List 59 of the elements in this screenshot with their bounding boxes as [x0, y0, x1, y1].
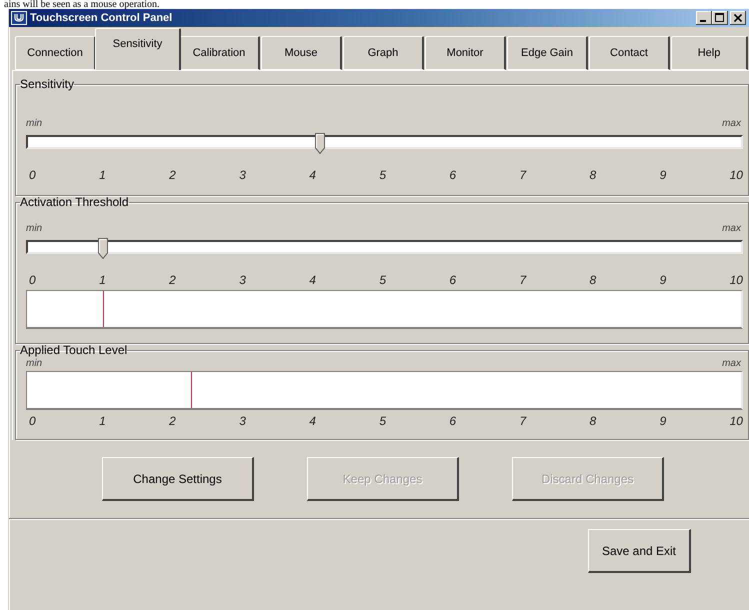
- max-label: max: [722, 118, 741, 131]
- tick-label: 9: [660, 413, 666, 429]
- tick-label: 10: [730, 413, 743, 429]
- tick-label: 1: [99, 167, 106, 183]
- close-button[interactable]: [730, 11, 746, 25]
- minimize-button[interactable]: [696, 11, 712, 25]
- tab[interactable]: Graph: [343, 36, 424, 70]
- tick-label: 5: [379, 413, 386, 429]
- min-label: min: [26, 223, 42, 236]
- tick-label: 5: [379, 167, 386, 183]
- tick-label: 7: [519, 413, 526, 429]
- min-label: min: [26, 118, 42, 131]
- tick-label: 8: [590, 272, 596, 288]
- tick-label: 7: [519, 167, 526, 183]
- group-title: Sensitivity: [20, 78, 74, 91]
- tick-label: 9: [660, 167, 666, 183]
- slider-thumb[interactable]: [98, 238, 108, 259]
- tick-label: 1: [99, 272, 106, 288]
- min-label: min: [26, 358, 42, 371]
- tick-label: 10: [730, 167, 743, 183]
- tick-label: 2: [169, 413, 176, 429]
- tick-label: 3: [239, 413, 246, 429]
- tick-label: 8: [590, 413, 596, 429]
- tick-label: 7: [519, 272, 526, 288]
- max-label: max: [722, 223, 741, 236]
- tick-label: 3: [239, 167, 246, 183]
- save-exit-button[interactable]: Save and Exit: [588, 529, 691, 573]
- tab[interactable]: Edge Gain: [507, 36, 588, 70]
- tick-label: 4: [309, 167, 316, 183]
- maximize-button[interactable]: [712, 11, 728, 25]
- tab[interactable]: Sensitivity: [95, 28, 181, 70]
- window-title: Touchscreen Control Panel: [30, 12, 174, 24]
- tick-label: 0: [29, 413, 36, 429]
- tick-label: 0: [29, 167, 36, 183]
- tick-label: 4: [309, 413, 316, 429]
- tick-label: 3: [239, 272, 246, 288]
- max-label: max: [722, 358, 741, 371]
- tab[interactable]: Calibration: [179, 36, 260, 70]
- tick-label: 0: [29, 272, 36, 288]
- tab[interactable]: Monitor: [425, 36, 506, 70]
- tick-label: 1: [99, 413, 106, 429]
- tick-label: 5: [379, 272, 386, 288]
- tick-label: 2: [169, 272, 176, 288]
- tick-label: 10: [730, 272, 743, 288]
- document-text: ains will be seen as a mouse operation.: [4, 0, 160, 9]
- action-button[interactable]: Change Settings: [102, 457, 254, 501]
- tick-label: 6: [449, 413, 456, 429]
- tick-label: 6: [449, 272, 456, 288]
- group-title: Applied Touch Level: [20, 344, 128, 357]
- tick-label: 6: [449, 167, 456, 183]
- tab[interactable]: Mouse: [261, 36, 342, 70]
- tick-label: 4: [309, 272, 316, 288]
- tick-label: 8: [590, 167, 596, 183]
- slider-thumb[interactable]: [315, 133, 326, 154]
- group-title: Activation Threshold: [20, 196, 129, 209]
- app-icon: [11, 11, 27, 25]
- tick-label: 9: [660, 272, 666, 288]
- tick-label: 2: [169, 167, 176, 183]
- tab[interactable]: Connection: [15, 36, 96, 70]
